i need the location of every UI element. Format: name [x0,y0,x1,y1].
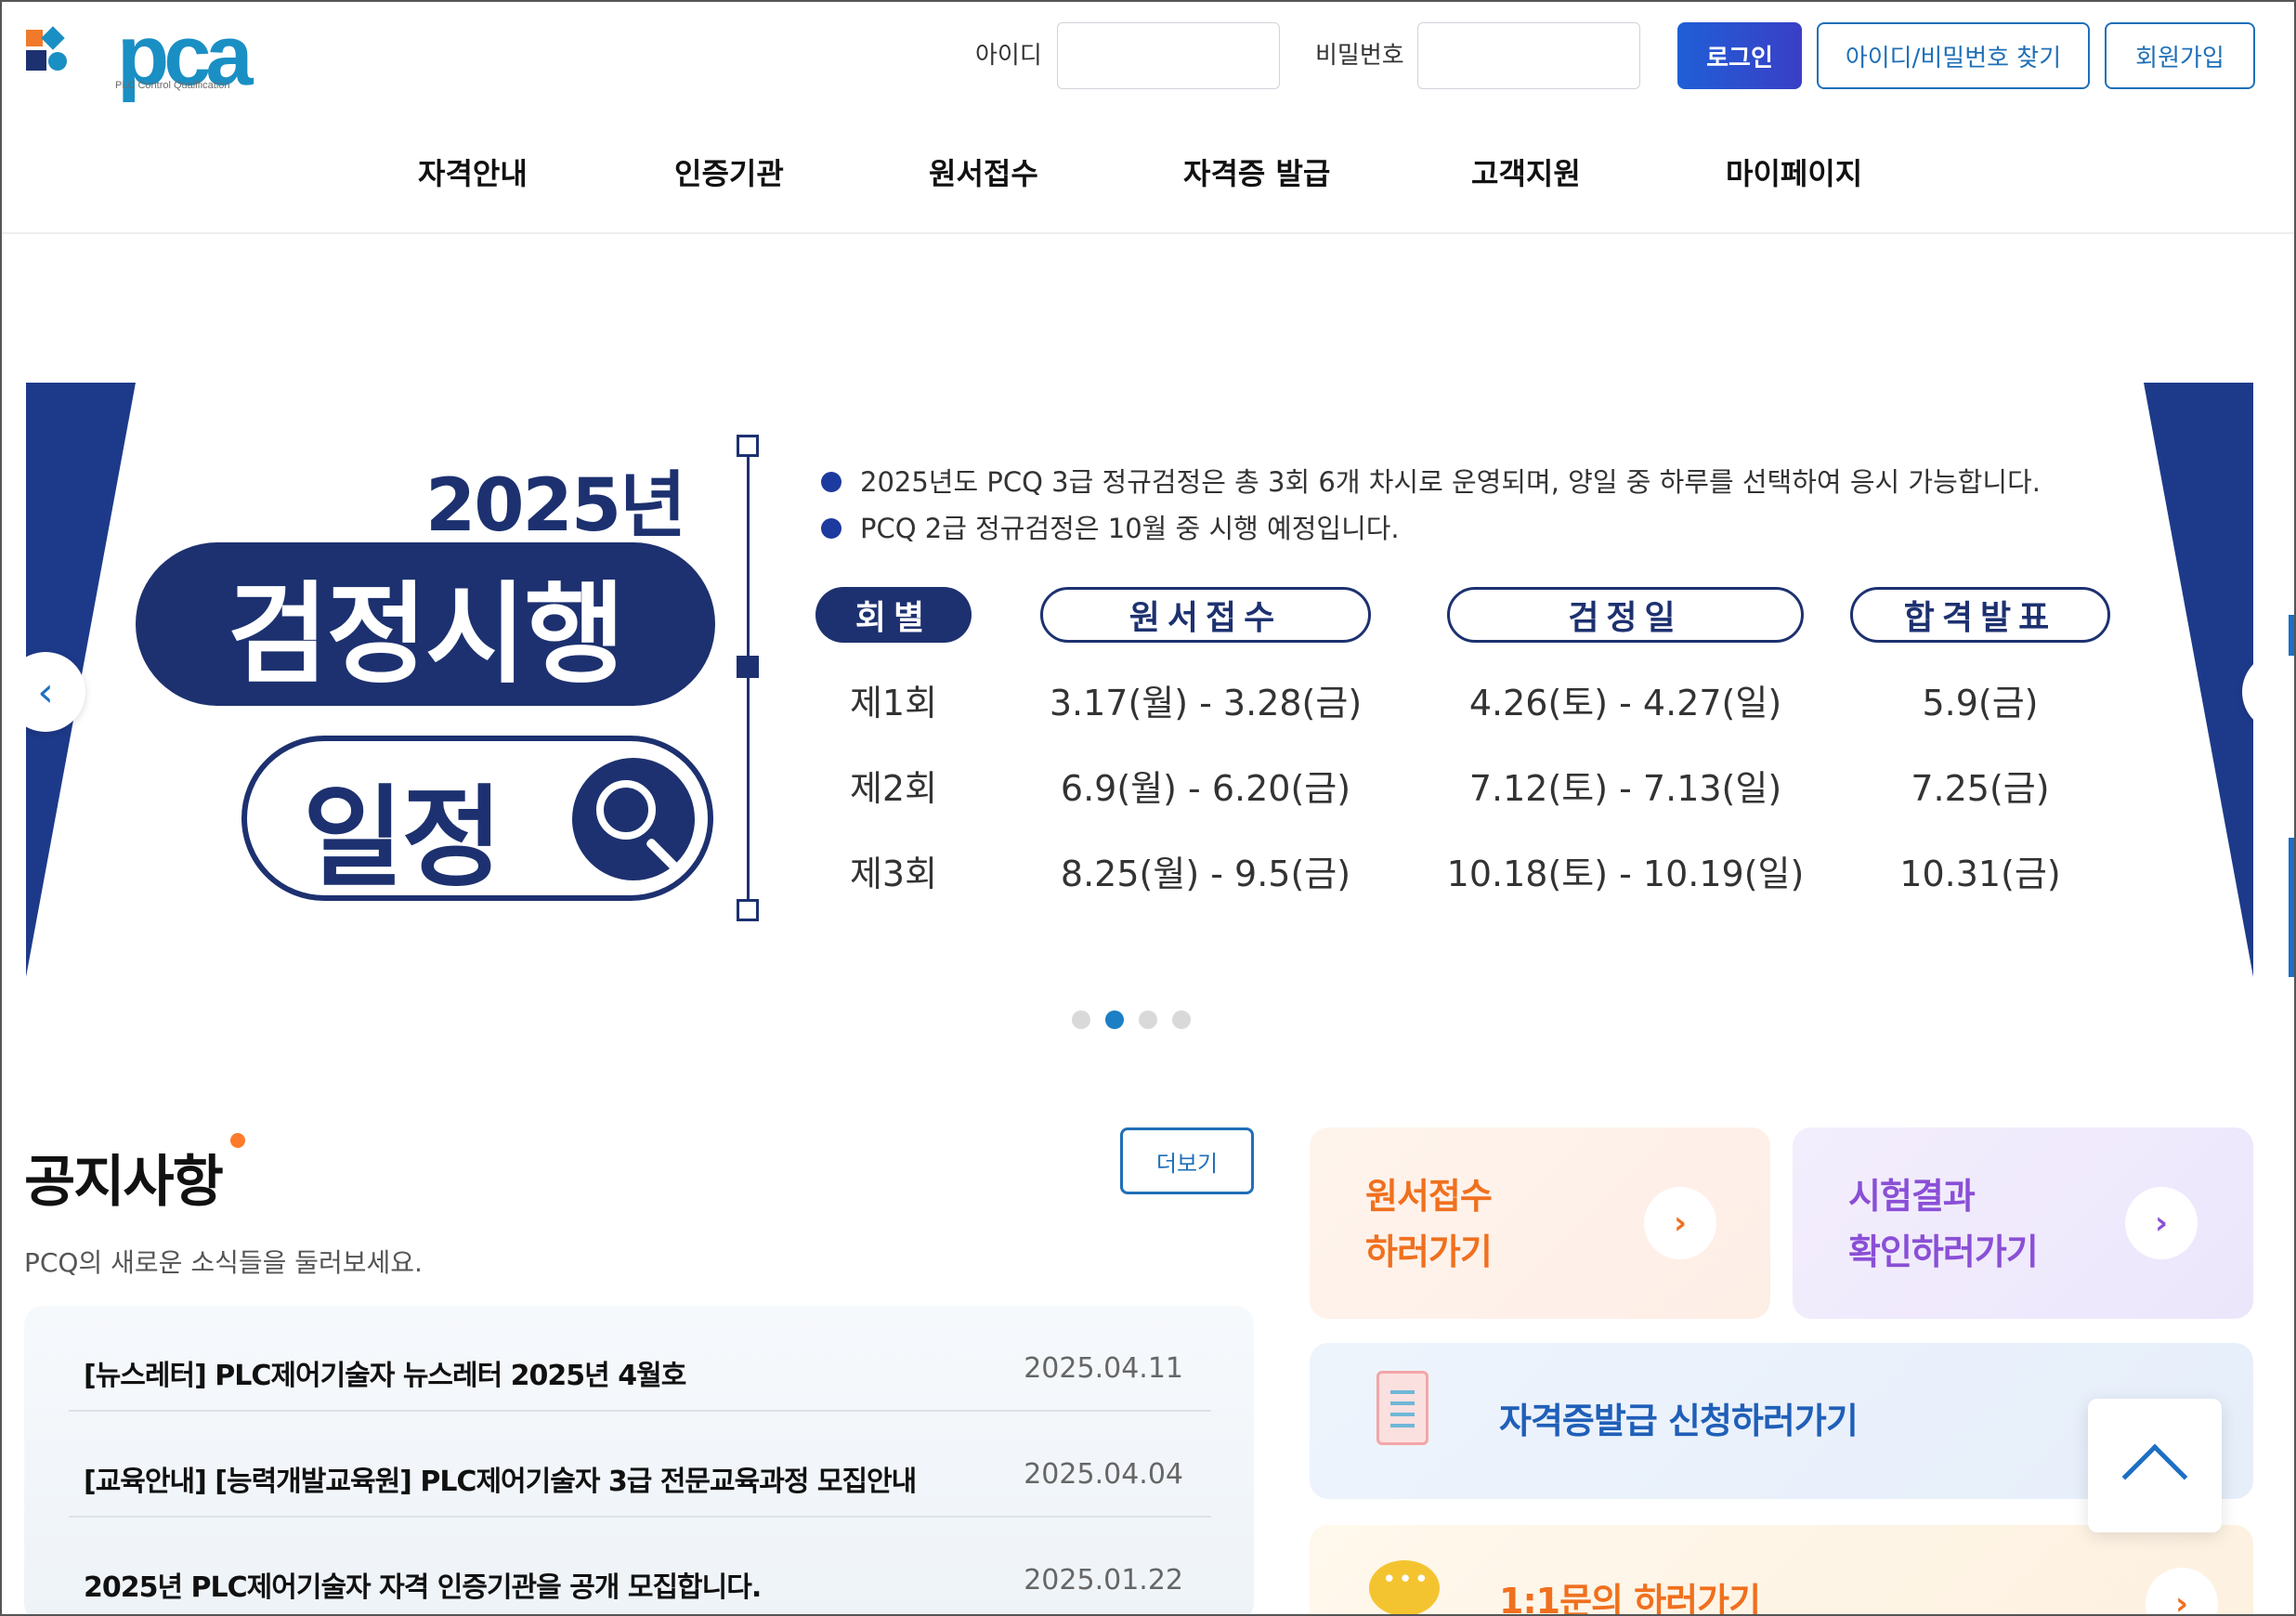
schedule-header-result: 합격발표 [1850,587,2110,643]
pagination-dot[interactable] [1072,1010,1090,1029]
divider-handle-bottom [737,899,759,921]
signup-button[interactable]: 회원가입 [2105,22,2255,89]
id-input[interactable] [1057,22,1280,89]
scroll-to-top-button[interactable] [2088,1399,2222,1532]
schedule-cell: 6.9(월) - 6.20(금) [1060,768,1351,809]
site-logo[interactable]: pca PLC Control Qualification [24,13,256,102]
logo-mark-icon [26,26,67,71]
schedule-cell: 7.12(토) - 7.13(일) [1468,768,1782,809]
notice-item-title[interactable]: [교육안내] [능력개발교육원] PLC제어기술자 3급 전문교육과정 모집안내 [84,1458,917,1499]
document-icon [1376,1371,1428,1445]
notice-item[interactable]: [교육안내] [능력개발교육원] PLC제어기술자 3급 전문교육과정 모집안내… [69,1412,1211,1518]
right-edge-marker [2289,615,2294,656]
pw-label: 비밀번호 [1315,42,1404,70]
notice-item-date: 2025.04.04 [1024,1458,1183,1491]
banner-bullet: 2025년도 PCQ 3급 정규검정은 총 3회 6개 차시로 운영되며, 양일… [815,459,2041,505]
password-input[interactable] [1417,22,1640,89]
chevron-up-icon [2121,1443,2188,1510]
schedule-cell: 8.25(월) - 9.5(금) [1060,854,1351,894]
pagination-dot-active[interactable] [1105,1010,1124,1029]
schedule-cell: 제3회 [849,854,938,894]
schedule-cell: 7.25(금) [1911,768,2050,809]
schedule-cell: 4.26(토) - 4.27(일) [1468,683,1782,723]
banner-bullets: 2025년도 PCQ 3급 정규검정은 총 3회 6개 차시로 운영되며, 양일… [815,459,2041,552]
banner-subline: 일정 [303,774,502,902]
nav-item-certificate-issue[interactable]: 자격증 발급 [1183,150,1330,193]
main-nav: 자격안내 인증기관 원서접수 자격증 발급 고객지원 마이페이지 [2,141,2294,234]
id-label: 아이디 [975,42,1042,70]
nav-item-application[interactable]: 원서접수 [929,150,1038,193]
notice-more-button[interactable]: 더보기 [1120,1127,1254,1194]
notice-item-date: 2025.01.22 [1024,1564,1183,1596]
chevron-right-icon: › [2125,1187,2198,1259]
notice-title-dot [230,1133,245,1148]
find-account-button[interactable]: 아이디/비밀번호 찾기 [1817,22,2090,89]
schedule-header-exam-date: 검정일 [1447,587,1804,643]
nav-item-qualification[interactable]: 자격안내 [418,150,528,193]
notice-title: 공지사항 [24,1150,224,1215]
chevron-right-icon: › [2146,1568,2218,1614]
banner-headline: 검정시행 [136,542,715,706]
divider-handle-top [737,435,759,457]
pagination-dot[interactable] [1172,1010,1191,1029]
notice-item[interactable]: [뉴스레터] PLC제어기술자 뉴스레터 2025년 4월호 2025.04.1… [69,1306,1211,1412]
logo-tagline: PLC Control Qualification [115,80,230,91]
apply-card-label: 원서접수 하러가기 [1365,1176,1493,1272]
apply-card[interactable]: 원서접수 하러가기 › [1310,1127,1770,1319]
certificate-card-label: 자격증발급 신청하러가기 [1499,1401,1859,1441]
banner-pagination [1072,1010,1191,1029]
pagination-dot[interactable] [1139,1010,1157,1029]
chevron-right-icon: › [1644,1187,1716,1259]
result-card[interactable]: 시험결과 확인하러가기 › [1793,1127,2253,1319]
inquiry-card[interactable]: 1:1문의 하러가기 › [1310,1525,2253,1616]
schedule-cell: 10.18(토) - 10.19(일) [1446,854,1805,894]
page-frame: pca PLC Control Qualification 아이디 비밀번호 로… [0,0,2296,1616]
schedule-cell: 5.9(금) [1922,683,2039,723]
nav-item-certification-body[interactable]: 인증기관 [674,150,784,193]
nav-item-support[interactable]: 고객지원 [1471,150,1581,193]
divider-handle-mid [737,656,759,678]
schedule-cell: 3.17(월) - 3.28(금) [1049,683,1363,723]
banner-right-stripe [2144,383,2253,977]
schedule-banner[interactable]: 2025년 검정시행 일정 2025년도 PCQ 3급 정규검정은 총 3회 6… [26,383,2253,977]
right-edge-marker [2289,838,2294,977]
schedule-cell: 10.31(금) [1899,854,2061,894]
schedule-header-round: 회별 [815,587,972,643]
notice-item-title[interactable]: [뉴스레터] PLC제어기술자 뉴스레터 2025년 4월호 [84,1352,686,1393]
schedule-header-application: 원서접수 [1040,587,1371,643]
chat-bubble-icon [1369,1560,1440,1614]
result-card-label: 시험결과 확인하러가기 [1848,1176,2039,1272]
nav-item-mypage[interactable]: 마이페이지 [1726,150,1862,193]
banner-subline-pill: 일정 [241,736,713,902]
notice-item[interactable]: 2025년 PLC제어기술자 자격 인증기관을 공개 모집합니다. 2025.0… [69,1518,1211,1614]
magnifier-icon [572,758,695,880]
notice-list: [뉴스레터] PLC제어기술자 뉴스레터 2025년 4월호 2025.04.1… [24,1306,1254,1614]
banner-year: 2025년 [425,464,686,548]
schedule-cell: 제2회 [849,768,938,809]
schedule-cell: 제1회 [849,683,938,723]
inquiry-card-label: 1:1문의 하러가기 [1499,1581,1761,1616]
notice-item-title[interactable]: 2025년 PLC제어기술자 자격 인증기관을 공개 모집합니다. [84,1564,762,1605]
banner-bullet: PCQ 2급 정규검정은 10월 중 시행 예정입니다. [815,505,2041,552]
login-button[interactable]: 로그인 [1677,22,1802,89]
notice-subtitle: PCQ의 새로운 소식들을 둘러보세요. [24,1247,423,1278]
notice-item-date: 2025.04.11 [1024,1352,1183,1385]
